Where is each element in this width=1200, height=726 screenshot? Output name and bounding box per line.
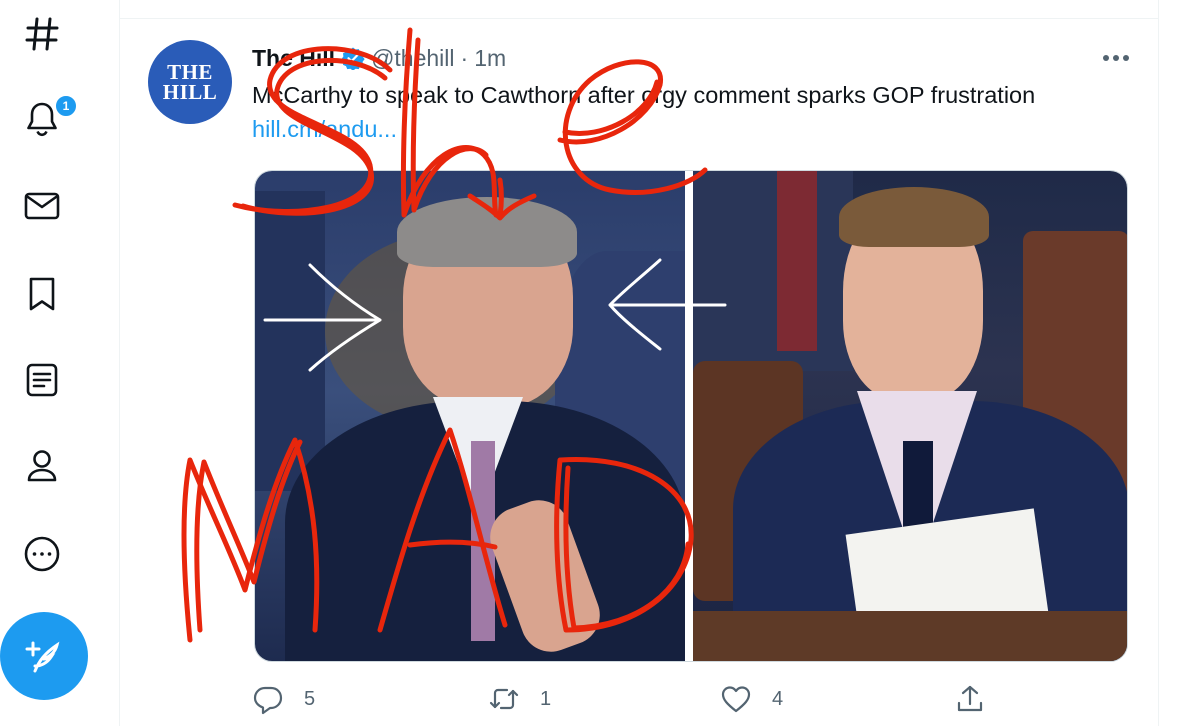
podium-shape xyxy=(693,611,1127,661)
reply-button[interactable]: 5 xyxy=(252,676,315,722)
share-button[interactable] xyxy=(954,676,986,722)
author-handle[interactable]: @thehill xyxy=(371,45,454,72)
tweet-text: McCarthy to speak to Cawthorn after orgy… xyxy=(252,82,1036,108)
background-tie-shape xyxy=(777,171,817,351)
retweet-icon xyxy=(489,688,519,710)
avatar-text-line1: THE xyxy=(167,60,213,84)
nav-messages[interactable] xyxy=(14,178,70,234)
envelope-icon xyxy=(24,192,60,220)
photo-left[interactable] xyxy=(255,171,686,661)
heart-icon xyxy=(721,686,751,713)
flag-shape xyxy=(255,191,325,491)
notification-badge: 1 xyxy=(54,94,78,118)
hashtag-icon xyxy=(25,17,59,51)
retweet-button[interactable]: 1 xyxy=(488,676,551,722)
list-icon xyxy=(26,363,58,397)
avatar-text-line2: HILL xyxy=(162,80,218,104)
photo-right[interactable] xyxy=(693,171,1127,661)
person-icon xyxy=(27,450,57,482)
timeline-column: THE HILL The Hill @thehill · 1m McCarthy… xyxy=(119,0,1159,726)
more-circle-icon xyxy=(24,536,60,572)
nav-explore[interactable] xyxy=(14,6,70,62)
compose-tweet-button[interactable] xyxy=(0,612,88,700)
tweet-link[interactable]: hill.cm/andu... xyxy=(252,116,397,143)
tweet-timestamp[interactable]: 1m xyxy=(474,45,506,72)
more-options-icon[interactable] xyxy=(1096,46,1136,70)
feather-plus-icon xyxy=(25,641,60,673)
background-person-shape xyxy=(693,171,853,371)
side-navigation: 1 xyxy=(0,0,120,726)
share-icon xyxy=(957,685,983,712)
verified-badge-icon xyxy=(341,47,365,70)
nav-lists[interactable] xyxy=(14,352,70,408)
media-divider xyxy=(685,171,689,661)
like-button[interactable]: 4 xyxy=(720,676,783,722)
like-count: 4 xyxy=(772,687,784,710)
author-name[interactable]: The Hill xyxy=(252,45,335,72)
separator-dot: · xyxy=(460,44,469,71)
hair-shape xyxy=(397,197,577,267)
hair-shape-right xyxy=(839,187,989,247)
author-avatar[interactable]: THE HILL xyxy=(148,40,232,124)
nav-more[interactable] xyxy=(14,526,70,582)
bookmark-icon xyxy=(29,277,55,311)
reply-icon xyxy=(253,686,283,715)
tweet-media[interactable] xyxy=(254,170,1128,662)
divider xyxy=(120,18,1158,19)
nav-profile[interactable] xyxy=(14,438,70,494)
retweet-count: 1 xyxy=(540,687,552,710)
reply-count: 5 xyxy=(304,687,316,710)
nav-bookmarks[interactable] xyxy=(14,266,70,322)
tweet-actions: 5 1 4 xyxy=(120,676,1158,722)
tweet-header: The Hill @thehill · 1m xyxy=(252,42,506,74)
nav-notifications[interactable]: 1 xyxy=(14,90,78,146)
